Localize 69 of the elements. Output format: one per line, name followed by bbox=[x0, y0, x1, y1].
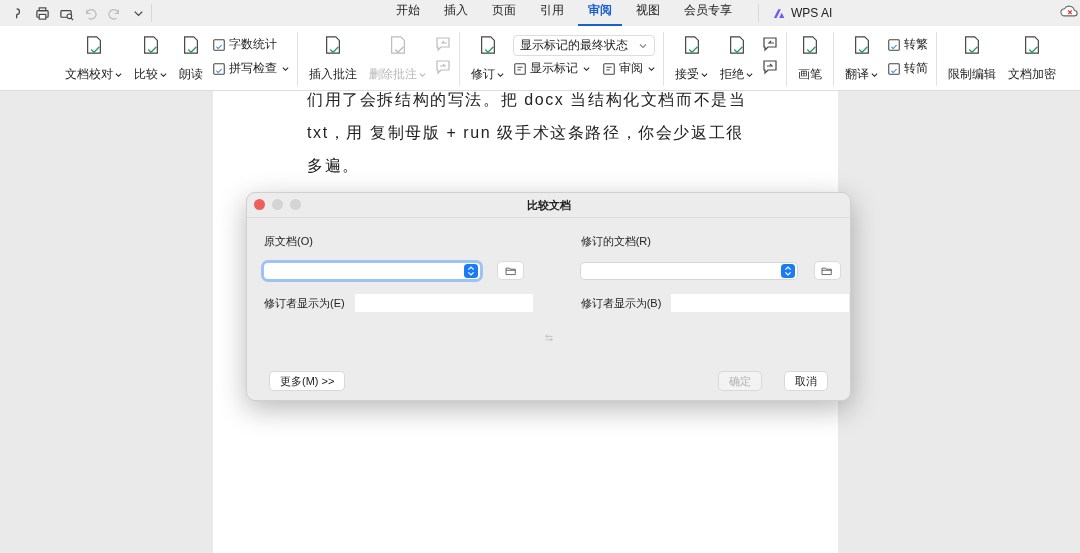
caret-icon bbox=[583, 65, 590, 72]
ai-button[interactable]: WPS AI bbox=[758, 4, 833, 22]
check-square-icon bbox=[212, 61, 226, 76]
print-icon[interactable] bbox=[35, 5, 50, 21]
ribbon-tab[interactable]: 视图 bbox=[626, 0, 670, 26]
field-label: 原文档(O) bbox=[264, 234, 314, 249]
cancel-button[interactable]: 取消 bbox=[785, 372, 827, 390]
ribbon-button[interactable]: 字数统计 bbox=[212, 36, 289, 53]
ribbon-button[interactable]: 显示标记 bbox=[513, 60, 590, 77]
caret-icon bbox=[115, 71, 122, 78]
ribbon-button[interactable]: 朗读 bbox=[176, 26, 206, 83]
ribbon-button[interactable]: 转简 bbox=[887, 60, 928, 77]
caret-icon bbox=[648, 65, 655, 72]
reviser-input[interactable] bbox=[671, 294, 850, 312]
ribbon-tab[interactable]: 引用 bbox=[530, 0, 574, 26]
ribbon-button[interactable]: 转繁 bbox=[887, 36, 928, 53]
ribbon-button[interactable]: 拒绝 bbox=[717, 26, 756, 83]
logo bbox=[773, 7, 787, 19]
field-label: 修订者显示为(E) bbox=[264, 295, 345, 311]
browse-button[interactable] bbox=[498, 262, 523, 279]
folder-icon bbox=[821, 265, 834, 276]
ribbon-button[interactable]: 审阅 bbox=[602, 60, 655, 77]
ribbon-button[interactable]: 比较 bbox=[131, 26, 170, 83]
field-label: 修订的文档(R) bbox=[580, 234, 652, 249]
comment-arrow-icon[interactable] bbox=[762, 59, 778, 75]
close-button[interactable] bbox=[254, 199, 265, 210]
check-square-icon bbox=[887, 61, 901, 76]
check-square-icon bbox=[212, 37, 226, 52]
ribbon-button[interactable]: 翻译 bbox=[842, 26, 881, 83]
ribbon-button[interactable]: 画笔 bbox=[795, 26, 825, 83]
ribbon-tab[interactable]: 开始 bbox=[386, 0, 430, 26]
folder-icon bbox=[504, 265, 517, 276]
list-icon bbox=[513, 61, 527, 76]
field-label: 修订者显示为(B) bbox=[580, 295, 662, 311]
document-icon bbox=[323, 35, 343, 55]
ribbon-tab[interactable]: 插入 bbox=[434, 0, 478, 26]
ribbon-button[interactable]: 文档校对 bbox=[62, 26, 125, 83]
caret-icon bbox=[497, 71, 504, 78]
cloud-error-icon[interactable] bbox=[1060, 3, 1078, 18]
caret-icon bbox=[282, 65, 289, 72]
ribbon-button[interactable]: 修订 bbox=[468, 26, 507, 83]
markup-dropdown[interactable]: 显示标记的最终状态 bbox=[513, 35, 655, 56]
file-dropdown[interactable] bbox=[580, 262, 797, 279]
ribbon-button[interactable]: 拼写检查 bbox=[212, 60, 289, 77]
document-icon bbox=[181, 35, 201, 55]
stepper-icon bbox=[780, 263, 795, 278]
caret-icon bbox=[160, 71, 167, 78]
ribbon-button[interactable]: 接受 bbox=[672, 26, 711, 83]
ribbon-tab[interactable]: 会员专享 bbox=[674, 0, 742, 26]
list-icon bbox=[602, 61, 616, 76]
caret-icon bbox=[871, 71, 878, 78]
ribbon-tab[interactable]: 页面 bbox=[482, 0, 526, 26]
more-button[interactable]: 更多(M) >> bbox=[270, 372, 345, 390]
document-icon bbox=[800, 35, 820, 55]
comment-arrow-icon[interactable] bbox=[762, 36, 778, 52]
document-icon bbox=[1022, 35, 1042, 55]
caret-icon bbox=[419, 71, 426, 78]
file-dropdown[interactable] bbox=[264, 262, 480, 279]
check-square-icon bbox=[887, 37, 901, 52]
paragraph: 们用了会拆结构的写法。把 docx 当结构化文档而不是当 txt，用 复制母版 + run 级手术这条路径，你会少返工很 多遍。 bbox=[307, 91, 748, 176]
caret-icon bbox=[746, 71, 753, 78]
ribbon-button[interactable]: 文档加密 bbox=[1005, 26, 1059, 83]
ribbon-button[interactable]: 插入批注 bbox=[306, 26, 360, 83]
ribbon-button[interactable]: 限制编辑 bbox=[945, 26, 999, 83]
document-icon bbox=[962, 35, 982, 55]
browse-button[interactable] bbox=[814, 262, 840, 279]
stepper-icon bbox=[464, 263, 478, 278]
caret-icon bbox=[701, 71, 708, 78]
dialog-title: 比较文档 bbox=[526, 197, 571, 213]
